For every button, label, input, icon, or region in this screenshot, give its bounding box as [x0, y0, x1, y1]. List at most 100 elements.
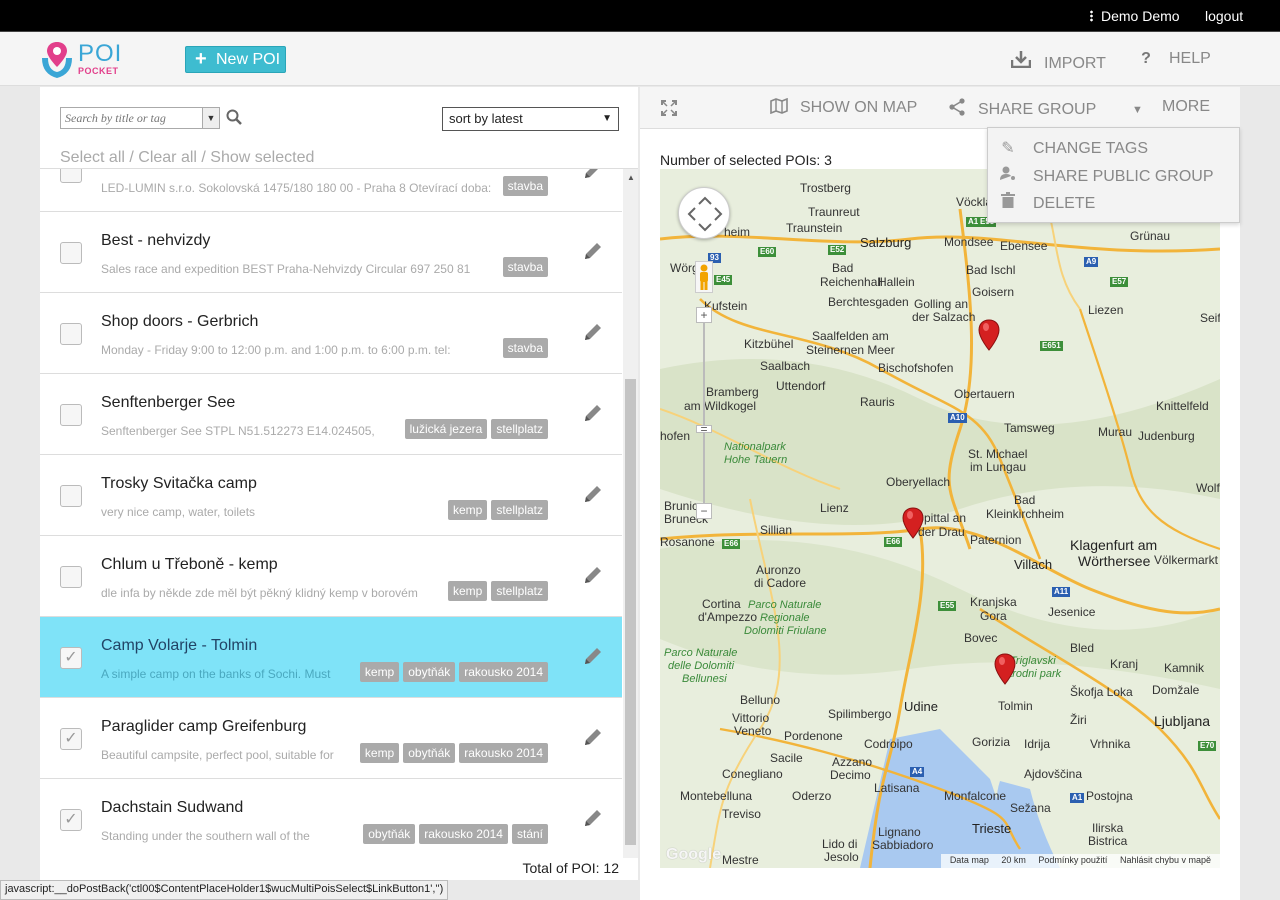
poi-list-item[interactable]: ✓ Paraglider camp Greifenburg Beautiful ca… [40, 698, 622, 779]
map-place-label: Postojna [1086, 789, 1133, 803]
scroll-up-icon[interactable]: ▲ [627, 173, 635, 182]
pan-control[interactable] [678, 187, 730, 239]
zoom-slider-handle[interactable]: = [696, 423, 712, 435]
delete-item[interactable]: DELETE [998, 192, 1095, 213]
show-on-map-button[interactable]: SHOW ON MAP [770, 97, 917, 119]
poi-checkbox[interactable]: ✓ [60, 728, 82, 750]
poi-checkbox[interactable] [60, 323, 82, 345]
poi-marker-greifenburg-icon[interactable] [902, 507, 924, 539]
edit-pencil-icon[interactable] [582, 645, 604, 667]
map-terms-link[interactable]: Podmínky použití [1038, 855, 1107, 865]
poi-tag[interactable]: stavba [502, 176, 548, 196]
zoom-in-button[interactable]: + [696, 307, 712, 323]
clear-all-link[interactable]: Clear all [138, 149, 197, 166]
poi-tag[interactable]: rakousko 2014 [419, 824, 508, 844]
poi-list-item[interactable]: Best - nehvizdy Sales race and expedition… [40, 212, 622, 293]
poi-title[interactable]: Senftenberger See [101, 394, 235, 412]
poi-tag[interactable]: kemp [359, 743, 400, 763]
change-tags-item[interactable]: ✎ CHANGE TAGS [998, 138, 1148, 158]
share-public-group-item[interactable]: SHARE PUBLIC GROUP [998, 165, 1213, 186]
poi-marker-dachstain-icon[interactable] [978, 319, 1000, 351]
poi-tag[interactable]: stání [511, 824, 548, 844]
edit-pencil-icon[interactable] [582, 321, 604, 343]
import-button[interactable]: IMPORT [1010, 50, 1106, 73]
poi-checkbox[interactable] [60, 242, 82, 264]
logout-link[interactable]: logout [1205, 8, 1243, 24]
edit-pencil-icon[interactable] [582, 169, 604, 181]
edit-pencil-icon[interactable] [582, 483, 604, 505]
sort-select[interactable]: sort by latest ▼ [442, 107, 619, 131]
poi-marker-volarje-icon[interactable] [994, 653, 1016, 685]
poi-title[interactable]: Shop doors - Gerbrich [101, 313, 258, 331]
poi-title[interactable]: Chlum u Třeboně - kemp [101, 556, 278, 574]
poi-pocket-logo[interactable]: POI POCKET [40, 40, 130, 80]
zoom-out-button[interactable]: − [696, 503, 712, 519]
poi-list-item[interactable]: Senftenberger See Senftenberger See STPL … [40, 374, 622, 455]
poi-list-item[interactable]: Trosky Svitačka camp very nice camp, wate… [40, 455, 622, 536]
poi-tag[interactable]: rakousko 2014 [459, 743, 548, 763]
list-scrollbar[interactable]: ▲ [623, 169, 638, 858]
map-place-label: Conegliano [722, 767, 783, 781]
new-poi-label: New POI [216, 51, 281, 68]
poi-tag[interactable]: stellplatz [491, 581, 548, 601]
poi-tags: kemp stellplatz [447, 581, 548, 601]
poi-description: Sales race and expedition BEST Praha-Neh… [101, 262, 471, 276]
edit-pencil-icon[interactable] [582, 402, 604, 424]
share-group-button[interactable]: SHARE GROUP [948, 98, 1096, 121]
edit-pencil-icon[interactable] [582, 807, 604, 829]
map-place-label: Oberyellach [886, 475, 951, 489]
poi-list-item[interactable]: LED-LUMIN s.r.o. Sokolovská 1475/180 180… [40, 169, 622, 212]
poi-title[interactable]: Trosky Svitačka camp [101, 475, 257, 493]
poi-checkbox[interactable] [60, 404, 82, 426]
search-input[interactable] [61, 108, 201, 128]
poi-tag[interactable]: stavba [502, 257, 548, 277]
poi-list-item[interactable]: Shop doors - Gerbrich Monday - Friday 9:0… [40, 293, 622, 374]
zoom-control[interactable]: + = − [696, 307, 712, 519]
app-header: POI POCKET + New POI IMPORT ? HELP [0, 32, 1280, 86]
map-place-label: Latisana [874, 781, 920, 795]
poi-list-item[interactable]: Chlum u Třeboně - kemp dle infa by někde … [40, 536, 622, 617]
poi-title[interactable]: Best - nehvizdy [101, 232, 210, 250]
new-poi-button[interactable]: + New POI [185, 46, 286, 73]
poi-checkbox[interactable] [60, 169, 82, 183]
poi-list-item[interactable]: ✓ Dachstain Sudwand Standing under the sou… [40, 779, 622, 858]
map-place-label: St. Michael [968, 447, 1028, 461]
logo-subtext: POCKET [78, 66, 119, 76]
select-all-link[interactable]: Select all [60, 149, 125, 166]
map-report-link[interactable]: Nahlásit chybu v mapě [1120, 855, 1211, 865]
poi-checkbox[interactable] [60, 566, 82, 588]
poi-tag[interactable]: obytňák [403, 743, 456, 763]
street-view-pegman-icon[interactable] [695, 261, 713, 293]
poi-tag[interactable]: lužická jezera [404, 419, 488, 439]
poi-tag[interactable]: kemp [447, 500, 488, 520]
map-view[interactable]: TrostbergTraunreutTraunsteinVöcklabruckS… [660, 169, 1220, 868]
scrollbar-thumb[interactable] [625, 379, 636, 845]
poi-tag[interactable]: kemp [447, 581, 488, 601]
poi-tag[interactable]: stellplatz [491, 500, 548, 520]
poi-list-item[interactable]: ✓ Camp Volarje - Tolmin A simple camp on t… [40, 617, 622, 698]
edit-pencil-icon[interactable] [582, 564, 604, 586]
poi-tag[interactable]: rakousko 2014 [459, 662, 548, 682]
user-menu[interactable]: Demo Demo [1090, 8, 1180, 24]
poi-checkbox[interactable] [60, 485, 82, 507]
poi-title[interactable]: Dachstain Sudwand [101, 799, 243, 817]
search-dropdown-toggle[interactable]: ▼ [202, 108, 219, 128]
poi-tag[interactable]: stavba [502, 338, 548, 358]
poi-tag[interactable]: obytňák [403, 662, 456, 682]
more-button[interactable]: ▼ MORE [1132, 98, 1210, 116]
map-data-link[interactable]: Data map [950, 855, 989, 865]
poi-title[interactable]: Camp Volarje - Tolmin [101, 637, 257, 655]
fullscreen-icon[interactable] [660, 99, 678, 117]
edit-pencil-icon[interactable] [582, 240, 604, 262]
show-selected-link[interactable]: Show selected [210, 149, 314, 166]
poi-tag[interactable]: stellplatz [491, 419, 548, 439]
edit-pencil-icon[interactable] [582, 726, 604, 748]
help-button[interactable]: ? HELP [1135, 50, 1211, 68]
search-icon[interactable] [226, 109, 242, 125]
poi-title[interactable]: Paraglider camp Greifenburg [101, 718, 306, 736]
poi-checkbox[interactable]: ✓ [60, 647, 82, 669]
poi-tag[interactable]: kemp [359, 662, 400, 682]
pencil-icon: ✎ [1001, 140, 1015, 157]
poi-checkbox[interactable]: ✓ [60, 809, 82, 831]
poi-tag[interactable]: obytňák [363, 824, 416, 844]
